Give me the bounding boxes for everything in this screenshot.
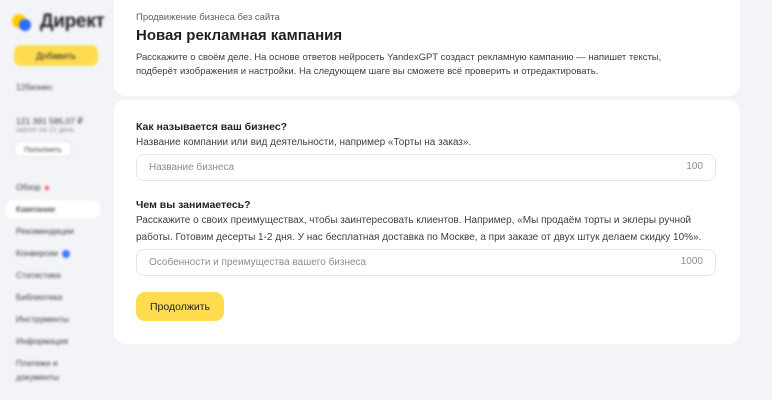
sidebar-item-statistics[interactable]: Статистика	[6, 266, 100, 284]
sidebar-item-information[interactable]: Информация	[6, 332, 100, 350]
notification-dot-icon	[44, 185, 49, 190]
sidebar-item-label: Платежи и	[16, 358, 58, 368]
business-name-char-limit: 100	[686, 161, 703, 172]
account-balance: 121 391 585,07 ₽	[16, 116, 83, 126]
breadcrumb[interactable]: Продвижение бизнеса без сайта	[136, 12, 280, 23]
balance-note: хватит на 21 день	[16, 127, 75, 134]
business-name-field[interactable]: 100	[136, 154, 716, 181]
logo-icon	[12, 11, 34, 33]
sidebar-item-payments-line2[interactable]: документы	[6, 368, 100, 386]
business-name-help: Название компании или вид деятельности, …	[136, 137, 472, 148]
business-activity-char-limit: 1000	[680, 256, 703, 267]
sidebar-item-label: Рекомендации	[16, 226, 74, 236]
sidebar-item-label: Кампании	[16, 204, 56, 214]
sidebar-item-conversions[interactable]: Конверсии	[6, 244, 100, 262]
sidebar-item-label: документы	[16, 372, 59, 382]
page-title: Новая рекламная кампания	[136, 27, 343, 44]
sidebar-item-label: Инструменты	[16, 314, 70, 324]
sidebar-item-label: Обзор	[16, 182, 41, 192]
sidebar-item-label: Конверсии	[16, 248, 58, 258]
sidebar-item-label: Статистика	[16, 270, 61, 280]
business-name-question: Как называется ваш бизнес?	[136, 121, 288, 133]
logo-text: Директ	[40, 11, 105, 32]
business-activity-input[interactable]	[137, 250, 657, 275]
sidebar-content: Директ Добавить 12бизнес 121 391 585,07 …	[0, 0, 112, 400]
sidebar-item-label: Библиотека	[16, 292, 63, 302]
sidebar: Директ Добавить 12бизнес 121 391 585,07 …	[0, 0, 112, 400]
campaign-header-card: Продвижение бизнеса без сайта Новая рекл…	[114, 0, 740, 96]
campaign-form-card: Как называется ваш бизнес? Название комп…	[114, 100, 740, 344]
sidebar-item-tools[interactable]: Инструменты	[6, 310, 100, 328]
logo[interactable]: Директ	[12, 11, 105, 33]
sidebar-item-campaigns[interactable]: Кампании	[6, 200, 100, 218]
business-name-input[interactable]	[137, 155, 657, 180]
topup-button[interactable]: Пополнить	[14, 141, 72, 157]
sidebar-item-label: Информация	[16, 336, 69, 346]
client-id: 12бизнес	[16, 82, 53, 92]
sidebar-item-recommendations[interactable]: Рекомендации	[6, 222, 100, 240]
new-badge-icon	[62, 249, 70, 258]
business-activity-field[interactable]: 1000	[136, 249, 716, 276]
add-button[interactable]: Добавить	[14, 45, 98, 66]
business-activity-help: Расскажите о своих преимуществах, чтобы …	[136, 215, 702, 243]
sidebar-item-library[interactable]: Библиотека	[6, 288, 100, 306]
continue-button[interactable]: Продолжить	[136, 292, 224, 321]
page-description: Расскажите о своём деле. На основе ответ…	[136, 52, 662, 77]
business-activity-question: Чем вы занимаетесь?	[136, 199, 251, 211]
sidebar-item-overview[interactable]: Обзор	[6, 178, 100, 196]
